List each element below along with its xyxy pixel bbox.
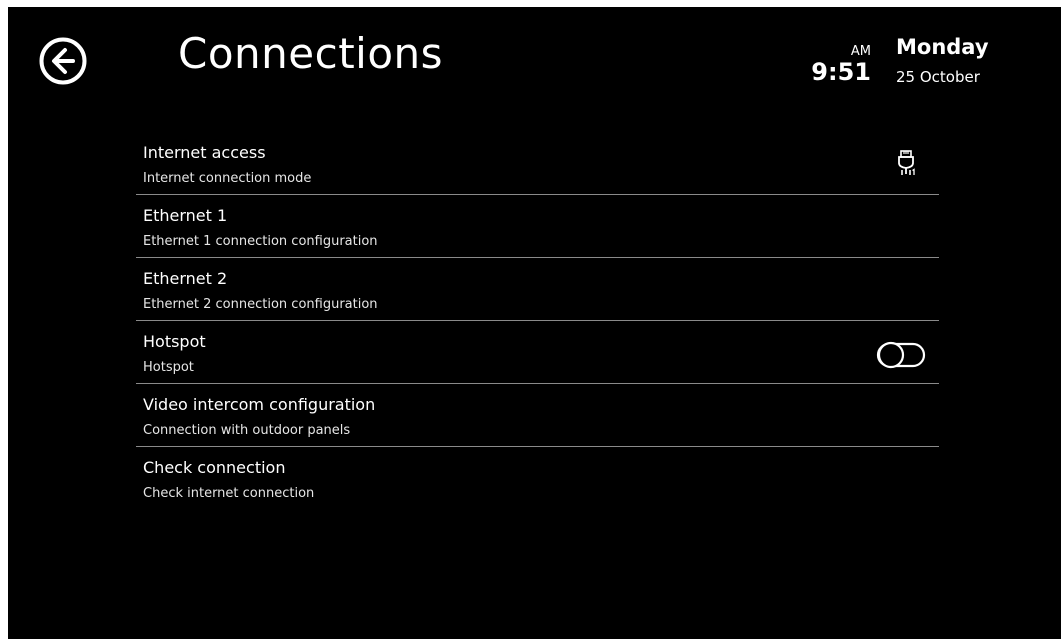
settings-list: Internet access Internet connection mode… xyxy=(136,132,939,510)
page-title: Connections xyxy=(178,29,444,78)
clock-date: 25 October xyxy=(896,68,980,86)
ethernet-port-1-icon xyxy=(896,149,918,179)
item-subtitle: Check internet connection xyxy=(143,486,315,501)
clock-day: Monday xyxy=(896,35,989,59)
list-item-ethernet-2[interactable]: Ethernet 2 Ethernet 2 connection configu… xyxy=(136,258,939,321)
item-subtitle: Internet connection mode xyxy=(143,171,312,186)
item-title: Video intercom configuration xyxy=(143,395,376,414)
item-title: Hotspot xyxy=(143,332,206,351)
list-item-internet-access[interactable]: Internet access Internet connection mode xyxy=(136,132,939,195)
item-subtitle: Ethernet 1 connection configuration xyxy=(143,234,378,249)
item-title: Check connection xyxy=(143,458,286,477)
item-subtitle: Hotspot xyxy=(143,360,194,375)
item-subtitle: Connection with outdoor panels xyxy=(143,423,351,438)
list-item-hotspot[interactable]: Hotspot Hotspot xyxy=(136,321,939,384)
item-title: Ethernet 1 xyxy=(143,206,228,225)
arrow-left-circle-icon xyxy=(38,36,88,86)
item-title: Ethernet 2 xyxy=(143,269,228,288)
item-title: Internet access xyxy=(143,143,266,162)
connections-screen: Connections AM 9:51 Monday 25 October In… xyxy=(8,7,1061,639)
clock-ampm: AM xyxy=(850,44,871,59)
list-item-check-connection[interactable]: Check connection Check internet connecti… xyxy=(136,447,939,510)
clock-time: 9:51 xyxy=(811,58,871,86)
item-subtitle: Ethernet 2 connection configuration xyxy=(143,297,378,312)
list-item-ethernet-1[interactable]: Ethernet 1 Ethernet 1 connection configu… xyxy=(136,195,939,258)
clock: AM 9:51 xyxy=(803,45,873,91)
hotspot-toggle[interactable] xyxy=(876,340,930,370)
list-item-video-intercom[interactable]: Video intercom configuration Connection … xyxy=(136,384,939,447)
back-button[interactable] xyxy=(38,36,88,86)
